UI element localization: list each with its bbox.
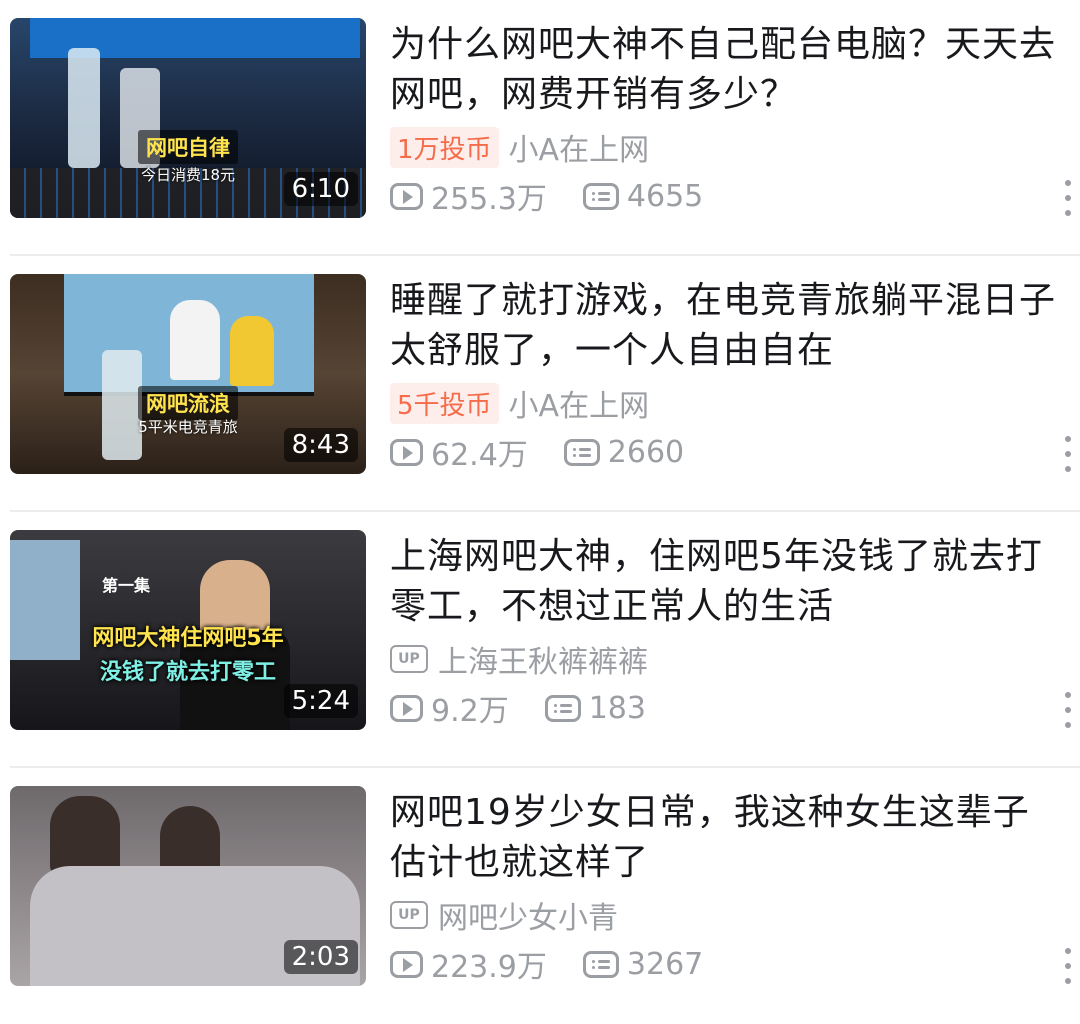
danmaku-icon (563, 438, 600, 466)
danmaku-icon (582, 950, 619, 978)
video-stats: 255.3万 4655 (390, 174, 703, 218)
danmaku-count: 3267 (626, 946, 704, 982)
author-name[interactable]: 小A在上网 (509, 381, 650, 425)
thumbnail-title-text: 网吧大神住网吧5年 (92, 626, 284, 651)
play-icon (390, 438, 423, 466)
more-vertical-icon[interactable] (1064, 436, 1072, 472)
thumbnail-title-text: 网吧自律 (138, 130, 238, 164)
more-vertical-icon[interactable] (1064, 180, 1072, 216)
video-thumbnail[interactable]: 2:03 (10, 786, 366, 986)
danmaku-count: 2660 (607, 434, 685, 470)
view-count: 223.9万 (431, 950, 547, 985)
video-thumbnail[interactable]: 第一集 网吧大神住网吧5年 没钱了就去打零工 5:24 (10, 530, 366, 730)
play-icon (390, 182, 423, 210)
video-stats: 9.2万 183 (390, 686, 646, 730)
video-stats: 62.4万 2660 (390, 430, 684, 474)
video-title[interactable]: 睡醒了就打游戏，在电竞青旅躺平混日子太舒服了，一个人自由自在 (390, 276, 1060, 376)
view-count: 9.2万 (431, 694, 509, 729)
play-icon (390, 694, 423, 722)
video-card[interactable]: 网吧自律 今日消费18元 6:10 为什么网吧大神不自己配台电脑？天天去网吧，网… (0, 0, 1080, 256)
video-meta-line: UP 网吧少女小青 (390, 893, 618, 937)
danmaku-count: 4655 (626, 178, 704, 214)
coin-count-badge: 1万投币 (390, 126, 499, 168)
thumbnail-title-text-2: 没钱了就去打零工 (99, 660, 277, 685)
more-vertical-icon[interactable] (1064, 948, 1072, 984)
danmaku-count: 183 (588, 690, 646, 726)
up-badge-icon: UP (390, 901, 428, 929)
episode-label: 第一集 (102, 576, 151, 595)
danmaku-icon (544, 694, 581, 722)
play-icon (390, 950, 423, 978)
video-title[interactable]: 网吧19岁少女日常，我这种女生这辈子估计也就这样了 (390, 788, 1060, 888)
video-duration: 6:10 (283, 172, 358, 206)
author-name[interactable]: 小A在上网 (509, 125, 650, 169)
video-meta-line: 5千投币 小A在上网 (390, 381, 649, 425)
video-stats: 223.9万 3267 (390, 942, 703, 986)
video-card[interactable]: 2:03 网吧19岁少女日常，我这种女生这辈子估计也就这样了 UP 网吧少女小青… (0, 768, 1080, 1024)
video-thumbnail[interactable]: 网吧自律 今日消费18元 6:10 (10, 18, 366, 218)
up-badge-icon: UP (390, 645, 428, 673)
author-name[interactable]: 网吧少女小青 (438, 893, 618, 937)
video-meta-line: 1万投币 小A在上网 (390, 125, 649, 169)
video-title[interactable]: 为什么网吧大神不自己配台电脑？天天去网吧，网费开销有多少？ (390, 20, 1060, 120)
video-duration: 8:43 (283, 428, 358, 462)
video-meta-line: UP 上海王秋裤裤裤 (390, 637, 648, 681)
video-thumbnail[interactable]: 网吧流浪 5平米电竞青旅 8:43 (10, 274, 366, 474)
author-name[interactable]: 上海王秋裤裤裤 (438, 637, 648, 681)
thumbnail-subtitle-text: 今日消费18元 (140, 166, 236, 184)
thumbnail-subtitle-text: 5平米电竞青旅 (138, 418, 238, 436)
coin-count-badge: 5千投币 (390, 382, 499, 424)
video-card[interactable]: 网吧流浪 5平米电竞青旅 8:43 睡醒了就打游戏，在电竞青旅躺平混日子太舒服了… (0, 256, 1080, 512)
more-vertical-icon[interactable] (1064, 692, 1072, 728)
danmaku-icon (582, 182, 619, 210)
video-feed: 网吧自律 今日消费18元 6:10 为什么网吧大神不自己配台电脑？天天去网吧，网… (0, 0, 1080, 986)
video-duration: 5:24 (283, 684, 358, 718)
video-title[interactable]: 上海网吧大神，住网吧5年没钱了就去打零工，不想过正常人的生活 (390, 532, 1060, 632)
video-duration: 2:03 (283, 940, 358, 974)
view-count: 62.4万 (431, 438, 528, 473)
video-card[interactable]: 第一集 网吧大神住网吧5年 没钱了就去打零工 5:24 上海网吧大神，住网吧5年… (0, 512, 1080, 768)
thumbnail-title-text: 网吧流浪 (138, 386, 238, 420)
person-graphic (50, 796, 120, 876)
view-count: 255.3万 (431, 182, 547, 217)
